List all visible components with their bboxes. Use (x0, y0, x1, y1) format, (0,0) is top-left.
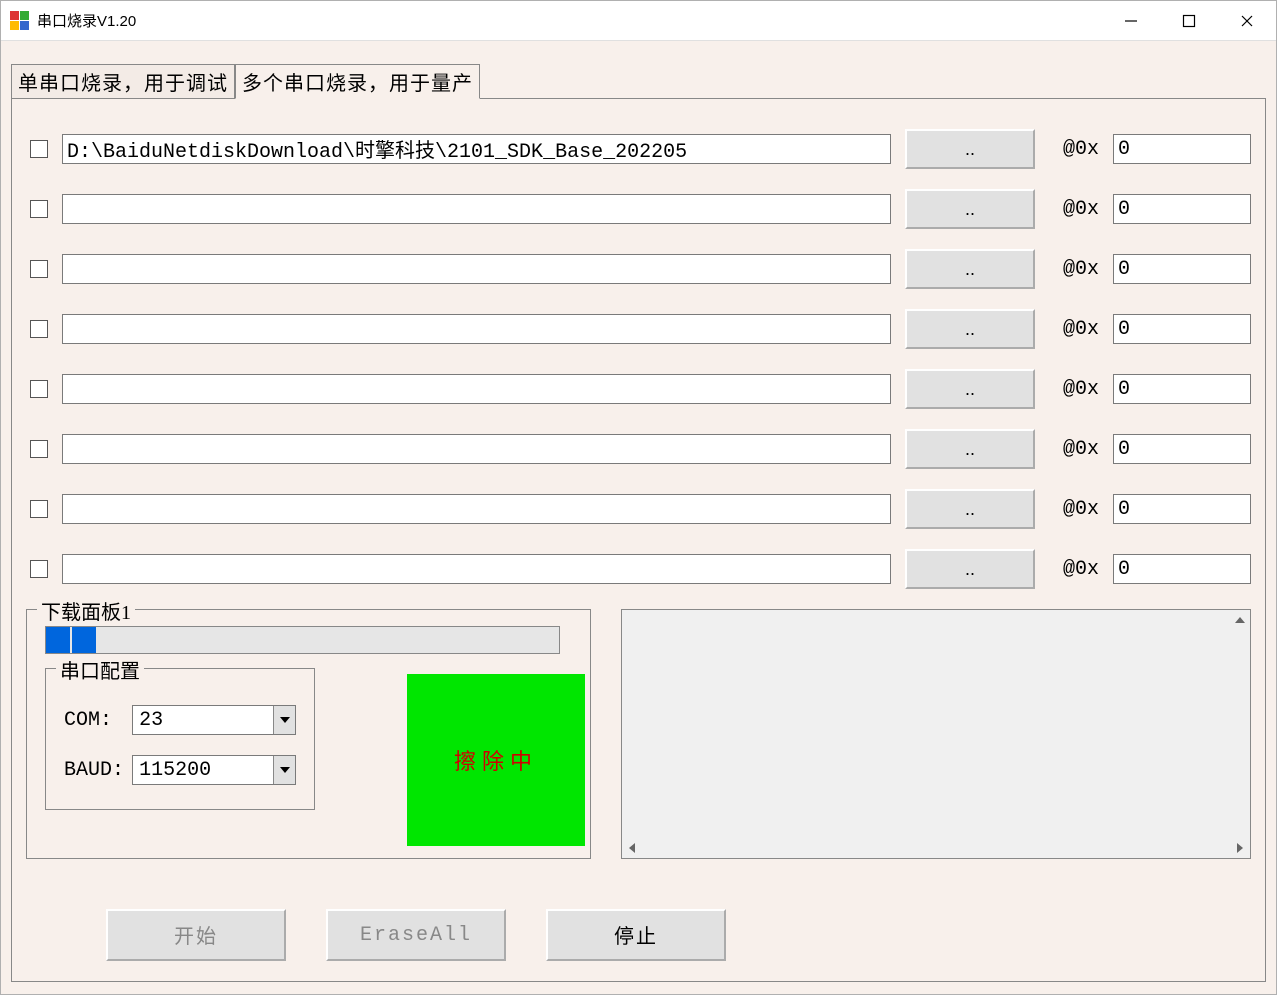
scroll-left-icon (622, 838, 642, 858)
browse-button[interactable]: .. (905, 369, 1035, 409)
status-indicator: 擦除中 (407, 674, 585, 846)
address-prefix-label: @0x (1049, 198, 1099, 221)
address-prefix-label: @0x (1049, 438, 1099, 461)
file-enable-checkbox[interactable] (30, 440, 48, 458)
address-input[interactable] (1113, 554, 1251, 584)
file-row: .. @0x (26, 129, 1251, 169)
file-enable-checkbox[interactable] (30, 260, 48, 278)
chevron-down-icon (273, 706, 295, 734)
scrollbar-horizontal[interactable] (622, 838, 1250, 858)
address-prefix-label: @0x (1049, 318, 1099, 341)
tab-single-port[interactable]: 单串口烧录，用于调试 (11, 64, 235, 99)
address-input[interactable] (1113, 494, 1251, 524)
file-enable-checkbox[interactable] (30, 560, 48, 578)
file-row: .. @0x (26, 309, 1251, 349)
file-path-input[interactable] (62, 134, 891, 164)
scroll-right-icon (1230, 838, 1250, 858)
file-enable-checkbox[interactable] (30, 200, 48, 218)
file-enable-checkbox[interactable] (30, 320, 48, 338)
address-prefix-label: @0x (1049, 498, 1099, 521)
download-panel-legend: 下载面板1 (37, 596, 135, 625)
window-title: 串口烧录V1.20 (37, 10, 1102, 31)
chevron-down-icon (273, 756, 295, 784)
start-button[interactable]: 开始 (106, 909, 286, 961)
browse-button[interactable]: .. (905, 549, 1035, 589)
address-prefix-label: @0x (1049, 138, 1099, 161)
com-label: COM: (64, 709, 126, 732)
address-prefix-label: @0x (1049, 258, 1099, 281)
browse-button[interactable]: .. (905, 129, 1035, 169)
address-input[interactable] (1113, 434, 1251, 464)
file-row: .. @0x (26, 369, 1251, 409)
address-input[interactable] (1113, 134, 1251, 164)
file-enable-checkbox[interactable] (30, 380, 48, 398)
titlebar: 串口烧录V1.20 (1, 1, 1276, 41)
scroll-up-icon (1230, 610, 1250, 630)
baud-label: BAUD: (64, 759, 126, 782)
file-enable-checkbox[interactable] (30, 140, 48, 158)
maximize-button[interactable] (1160, 1, 1218, 41)
file-path-input[interactable] (62, 554, 891, 584)
address-prefix-label: @0x (1049, 378, 1099, 401)
file-row: .. @0x (26, 549, 1251, 589)
serial-config-legend: 串口配置 (56, 655, 144, 684)
app-icon (9, 11, 29, 31)
progress-bar (45, 626, 560, 654)
tab-multi-port[interactable]: 多个串口烧录，用于量产 (235, 64, 480, 99)
browse-button[interactable]: .. (905, 429, 1035, 469)
file-path-input[interactable] (62, 494, 891, 524)
address-prefix-label: @0x (1049, 558, 1099, 581)
com-select[interactable]: 23 (132, 705, 296, 735)
browse-button[interactable]: .. (905, 249, 1035, 289)
file-path-input[interactable] (62, 434, 891, 464)
file-row: .. @0x (26, 189, 1251, 229)
address-input[interactable] (1113, 374, 1251, 404)
file-row: .. @0x (26, 249, 1251, 289)
stop-button[interactable]: 停止 (546, 909, 726, 961)
serial-config-group: 串口配置 COM: 23 BAUD: 115200 (45, 668, 315, 810)
address-input[interactable] (1113, 254, 1251, 284)
file-path-input[interactable] (62, 194, 891, 224)
address-input[interactable] (1113, 194, 1251, 224)
log-output[interactable] (621, 609, 1251, 859)
browse-button[interactable]: .. (905, 189, 1035, 229)
baud-select[interactable]: 115200 (132, 755, 296, 785)
baud-value: 115200 (133, 759, 273, 782)
file-path-input[interactable] (62, 254, 891, 284)
tab-panel: .. @0x .. @0x .. @0x .. (11, 98, 1266, 982)
file-enable-checkbox[interactable] (30, 500, 48, 518)
minimize-button[interactable] (1102, 1, 1160, 41)
browse-button[interactable]: .. (905, 489, 1035, 529)
file-row: .. @0x (26, 429, 1251, 469)
download-panel-group: 下载面板1 串口配置 COM: 23 (26, 609, 591, 859)
progress-segment (46, 627, 70, 653)
browse-button[interactable]: .. (905, 309, 1035, 349)
close-button[interactable] (1218, 1, 1276, 41)
progress-segment (72, 627, 96, 653)
scrollbar-vertical[interactable] (1230, 610, 1250, 838)
erase-all-button[interactable]: EraseAll (326, 909, 506, 961)
com-value: 23 (133, 709, 273, 732)
file-path-input[interactable] (62, 314, 891, 344)
file-path-input[interactable] (62, 374, 891, 404)
address-input[interactable] (1113, 314, 1251, 344)
file-row: .. @0x (26, 489, 1251, 529)
